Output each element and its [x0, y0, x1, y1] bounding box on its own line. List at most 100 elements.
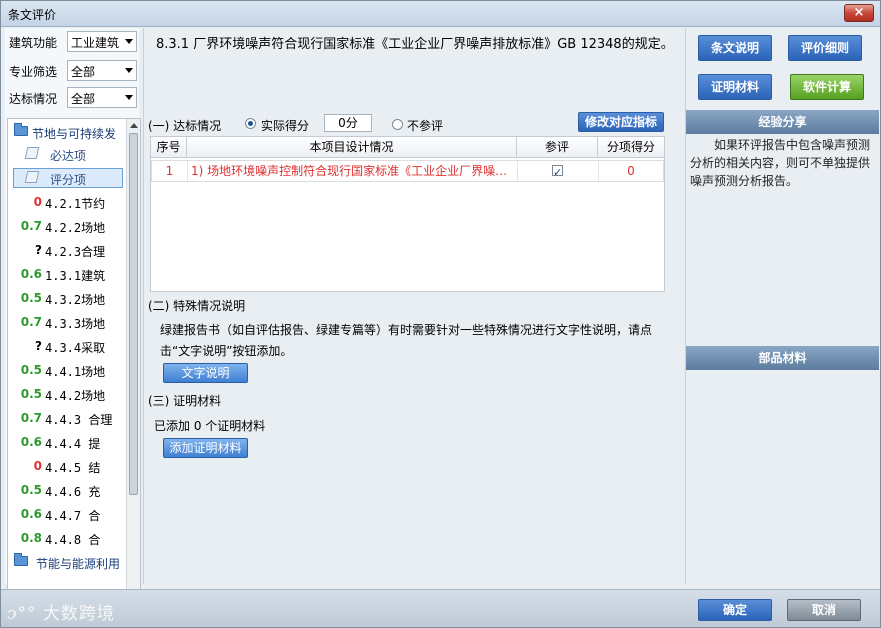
item-score-badge: 0 [33, 195, 42, 209]
building-function-select[interactable]: 工业建筑 [67, 31, 137, 52]
table-header: 序号 本项目设计情况 参评 分项得分 [151, 137, 664, 158]
scroll-thumb[interactable] [129, 133, 138, 495]
discipline-select[interactable]: 全部 [67, 60, 137, 81]
tree-item[interactable]: 0.7 4.3.3场地 [8, 311, 126, 333]
item-score-badge: 0.7 [20, 315, 42, 329]
tree-scrollbar[interactable] [126, 119, 140, 605]
compliance-select[interactable]: 全部 [67, 87, 137, 108]
proof-count: 已添加 0 个证明材料 [154, 419, 266, 433]
item-score-badge: 0 [33, 459, 42, 473]
ok-button[interactable]: 确定 [698, 599, 772, 621]
item-code: 4.2.3合理 [45, 245, 106, 259]
parts-material-header: 部品材料 [686, 346, 879, 370]
item-code: 4.4.5 结 [45, 461, 101, 475]
scroll-up-icon[interactable] [130, 123, 138, 128]
evaluation-detail-button[interactable]: 评价细则 [788, 35, 862, 61]
experience-header: 经验分享 [686, 110, 879, 134]
item-score-badge: ? [35, 243, 42, 257]
document-icon [24, 147, 40, 159]
item-code: 4.3.2场地 [45, 293, 106, 307]
item-code: 4.4.1场地 [45, 365, 106, 379]
left-panel: 建筑功能 工业建筑 专业筛选 全部 达标情况 全部 节地与可持续发 必达项 评分… [5, 28, 141, 606]
item-score-badge: 0.6 [20, 507, 42, 521]
item-code: 4.3.4采取 [45, 341, 106, 355]
section-compliance-title: (一) 达标情况 [148, 119, 222, 133]
filter-building-function: 建筑功能 工业建筑 [5, 31, 139, 53]
item-code: 4.4.8 合 [45, 533, 101, 547]
tree-item[interactable]: 0.7 4.4.3 合理 [8, 407, 126, 429]
row-number: 1 [152, 161, 188, 181]
tree-item[interactable]: 0.5 4.4.2场地 [8, 383, 126, 405]
tree-item[interactable]: 0.5 4.4.1场地 [8, 359, 126, 381]
modify-indicator-button[interactable]: 修改对应指标 [578, 112, 664, 132]
score-field[interactable]: 0分 [324, 114, 372, 132]
document-icon [24, 171, 40, 183]
item-code: 4.4.7 合 [45, 509, 101, 523]
item-code: 4.4.2场地 [45, 389, 106, 403]
software-calc-button[interactable]: 软件计算 [790, 74, 864, 100]
right-panel: 条文说明 评价细则 证明材料 软件计算 经验分享 如果环评报告中包含噪声预测分析… [685, 28, 879, 584]
not-evaluated-radio[interactable] [392, 119, 403, 130]
item-score-badge: 0.5 [20, 387, 42, 401]
item-score-badge: 0.5 [20, 363, 42, 377]
item-score-badge: 0.6 [20, 267, 42, 281]
tree-item[interactable]: 0.6 1.3.1建筑 [8, 263, 126, 285]
clause-tree: 节地与可持续发 必达项 评分项 0 4.2.1节约 0.7 4.2.2场地? 4.2.3… [7, 118, 141, 606]
tree-item[interactable]: ? 4.3.4采取 [8, 335, 126, 357]
tree-item[interactable]: 0.7 4.2.2场地 [8, 215, 126, 237]
main-panel: 8.3.1 厂界环境噪声符合现行国家标准《工业企业厂界噪声排放标准》GB 123… [143, 28, 681, 584]
folder-icon [14, 553, 28, 566]
section-special-title: (二) 特殊情况说明 [148, 299, 246, 313]
watermark-logo: ↄ°° 大数跨境 [7, 604, 115, 624]
tree-item[interactable]: 0 4.2.1节约 [8, 191, 126, 213]
text-description-button[interactable]: 文字说明 [163, 363, 248, 383]
close-button[interactable]: × [844, 4, 874, 22]
title-bar: 条文评价 × [1, 1, 880, 27]
tree-node-land-saving[interactable]: 节地与可持续发 [8, 121, 126, 143]
tree-node-required[interactable]: 必达项 [8, 143, 126, 165]
clause-explanation-button[interactable]: 条文说明 [698, 35, 772, 61]
folder-icon [14, 123, 28, 136]
item-code: 4.3.3场地 [45, 317, 106, 331]
item-score-badge: 0.5 [20, 291, 42, 305]
item-score-badge: 0.7 [20, 219, 42, 233]
not-evaluated-label: 不参评 [407, 119, 444, 133]
column-header: 本项目设计情况 [187, 137, 517, 158]
item-code: 4.4.3 合理 [45, 413, 113, 427]
tree-item[interactable]: 0.8 4.4.8 合 [8, 527, 126, 549]
item-score[interactable]: 0 [599, 161, 663, 181]
add-proof-button[interactable]: 添加证明材料 [163, 438, 248, 458]
proof-material-button[interactable]: 证明材料 [698, 74, 772, 100]
filter-label: 达标情况 [9, 92, 58, 106]
chevron-down-icon [125, 95, 133, 100]
column-header: 分项得分 [606, 140, 655, 154]
item-score-badge: 0.5 [20, 483, 42, 497]
item-score-badge: ? [35, 339, 42, 353]
item-code: 4.4.4 提 [45, 437, 101, 451]
clause-heading: 8.3.1 厂界环境噪声符合现行国家标准《工业企业厂界噪声排放标准》GB 123… [156, 37, 674, 52]
item-code: 4.4.6 充 [45, 485, 101, 499]
tree-node-scored[interactable]: 评分项 [8, 167, 126, 189]
filter-discipline: 专业筛选 全部 [5, 60, 139, 82]
filter-label: 建筑功能 [9, 36, 58, 50]
tree-item[interactable]: 0.5 4.3.2场地 [8, 287, 126, 309]
tree-item[interactable]: 0.6 4.4.4 提 [8, 431, 126, 453]
design-table: 序号 本项目设计情况 参评 分项得分 1 1) 场地环境噪声控制符合现行国家标准… [150, 136, 665, 292]
chevron-down-icon [125, 39, 133, 44]
filter-label: 专业筛选 [9, 65, 58, 79]
item-code: 4.2.1节约 [45, 197, 106, 211]
tree-item[interactable]: 0.5 4.4.6 充 [8, 479, 126, 501]
window-title: 条文评价 [8, 8, 57, 22]
item-code: 4.2.2场地 [45, 221, 106, 235]
evaluate-checkbox[interactable] [552, 163, 563, 181]
tree-item[interactable]: 0.6 4.4.7 合 [8, 503, 126, 525]
actual-score-radio[interactable] [245, 118, 256, 129]
tree-item[interactable]: 0 4.4.5 结 [8, 455, 126, 477]
column-header: 参评 [517, 137, 598, 158]
tree-item[interactable]: ? 4.2.3合理 [8, 239, 126, 261]
table-row[interactable]: 1 1) 场地环境噪声控制符合现行国家标准《工业企业厂界噪声排放标准》GB 12… [151, 160, 664, 182]
cancel-button[interactable]: 取消 [787, 599, 861, 621]
evaluation-window: 条文评价 × 建筑功能 工业建筑 专业筛选 全部 达标情况 全部 节地与可持续发 [0, 0, 881, 628]
design-description[interactable]: 1) 场地环境噪声控制符合现行国家标准《工业企业厂界噪声排放标准》GB 1234… [188, 161, 518, 181]
tree-node-energy[interactable]: 节能与能源利用 [8, 551, 126, 573]
